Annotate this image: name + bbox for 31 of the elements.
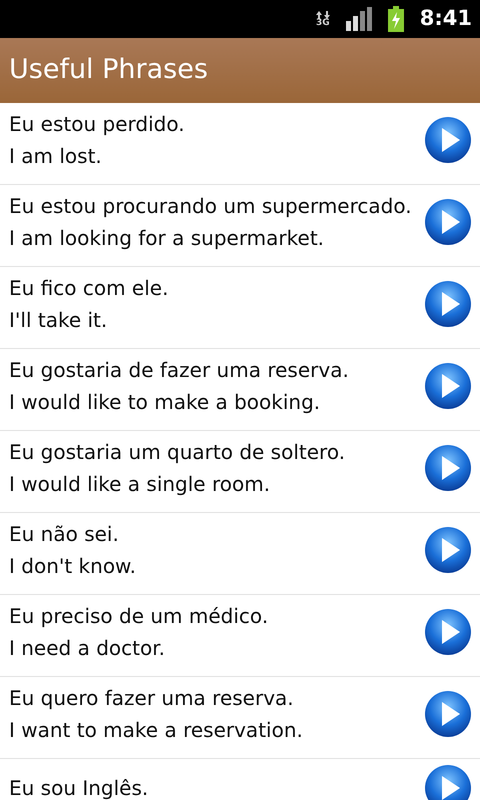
network-type: 3G (316, 18, 330, 28)
play-icon[interactable] (424, 690, 472, 738)
clock-time: 8:41 (420, 5, 472, 32)
portuguese-phrase: Eu gostaria um quarto de soltero. (9, 439, 346, 466)
play-icon[interactable] (424, 280, 472, 328)
play-icon[interactable] (424, 362, 472, 410)
play-icon[interactable] (424, 608, 472, 656)
english-phrase: I want to make a reservation. (9, 717, 304, 744)
portuguese-phrase: Eu não sei. (9, 521, 120, 548)
portuguese-phrase: Eu gostaria de fazer uma reserva. (9, 357, 350, 384)
play-icon[interactable] (424, 526, 472, 574)
app-title: Useful Phrases (9, 53, 208, 88)
battery-charging-icon (388, 6, 404, 32)
play-icon[interactable] (424, 444, 472, 492)
portuguese-phrase: Eu estou procurando um supermercado. (9, 193, 413, 220)
english-phrase: I am lost. (9, 143, 103, 170)
portuguese-phrase: Eu sou Inglês. (9, 775, 150, 800)
play-icon[interactable] (424, 198, 472, 246)
portuguese-phrase: Eu fico com ele. (9, 275, 170, 302)
english-phrase: I am looking for a supermarket. (9, 225, 326, 252)
english-phrase: I'll take it. (9, 307, 108, 334)
english-phrase: I would like to make a booking. (9, 389, 322, 416)
english-phrase: I don't know. (9, 553, 137, 580)
play-icon[interactable] (424, 116, 472, 164)
signal-icon (346, 7, 372, 31)
english-phrase: I would like a single room. (9, 471, 272, 498)
play-icon[interactable] (424, 764, 472, 800)
english-phrase: I need a doctor. (9, 635, 166, 662)
portuguese-phrase: Eu estou perdido. (9, 111, 186, 138)
portuguese-phrase: Eu preciso de um médico. (9, 603, 270, 630)
portuguese-phrase: Eu quero fazer uma reserva. (9, 685, 295, 712)
